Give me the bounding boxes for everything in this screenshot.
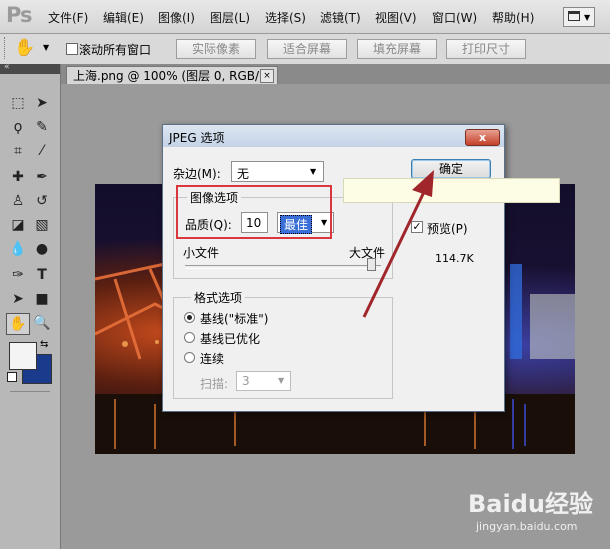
menu-edit[interactable]: 编辑(E): [103, 9, 144, 26]
rectangle-tool-icon[interactable]: ■: [31, 289, 53, 309]
chevron-down-icon: ▼: [584, 13, 591, 22]
clone-stamp-tool-icon[interactable]: ♙: [7, 191, 29, 211]
document-close-icon[interactable]: ×: [260, 69, 274, 83]
app-logo: Ps: [6, 3, 33, 27]
menu-image[interactable]: 图像(I): [158, 9, 195, 26]
scroll-all-windows-label: 滚动所有窗口: [79, 43, 152, 57]
menu-layer[interactable]: 图层(L): [210, 9, 250, 26]
chevron-down-icon: ▼: [278, 376, 285, 385]
fit-screen-button[interactable]: 适合屏幕: [267, 39, 347, 59]
preview-label: 预览(P): [427, 222, 468, 236]
workspace-switcher-button[interactable]: ▼: [563, 7, 595, 27]
marquee-tool-icon[interactable]: ⬚: [7, 93, 29, 113]
progressive-label: 连续: [200, 352, 225, 366]
scans-select[interactable]: 3 ▼: [236, 371, 291, 391]
matte-value: 无: [237, 167, 250, 181]
move-tool-icon[interactable]: ➤: [31, 93, 53, 113]
gradient-tool-icon[interactable]: ▧: [31, 215, 53, 235]
path-select-tool-icon[interactable]: ➤: [7, 289, 29, 309]
baseline-optimized-label: 基线已优化: [200, 332, 261, 346]
dialog-close-button[interactable]: x: [465, 129, 500, 146]
tools-panel: « ⬚ ➤ ϙ ✎ ⌗ ⁄ ✚ ✒ ♙ ↺ ◪ ▧ 💧 ● ✑ T ➤ ■ ✋ …: [0, 62, 61, 549]
tool-preset-chevron-icon[interactable]: ▼: [43, 43, 49, 52]
actual-pixels-button[interactable]: 实际像素: [176, 39, 256, 59]
fill-screen-button[interactable]: 填充屏幕: [357, 39, 437, 59]
foreground-color-swatch[interactable]: [9, 342, 37, 370]
print-size-button[interactable]: 打印尺寸: [446, 39, 526, 59]
hand-icon[interactable]: ✋: [14, 38, 35, 58]
matte-label: 杂边(M):: [173, 167, 221, 181]
annotation-highlight-box: [176, 185, 332, 239]
menu-view[interactable]: 视图(V): [375, 9, 417, 26]
tools-divider: [10, 391, 50, 392]
scroll-all-windows-checkbox[interactable]: [66, 43, 78, 55]
preview-checkbox[interactable]: ✓: [411, 221, 423, 233]
collapse-icon[interactable]: «: [4, 62, 10, 72]
watermark-url: jingyan.baidu.com: [476, 520, 578, 533]
zoom-tool-icon[interactable]: 🔍: [31, 313, 53, 333]
hand-tool-icon[interactable]: ✋: [6, 313, 30, 335]
baseline-optimized-radio[interactable]: [184, 332, 195, 343]
blur-tool-icon[interactable]: 💧: [7, 239, 29, 259]
dialog-title: JPEG 选项: [169, 131, 225, 145]
scans-value: 3: [242, 374, 250, 388]
default-colors-icon[interactable]: [7, 372, 17, 382]
eyedropper-tool-icon[interactable]: ⁄: [31, 141, 53, 161]
baseline-standard-label: 基线("标准"): [200, 312, 269, 326]
menu-help[interactable]: 帮助(H): [492, 9, 534, 26]
chevron-down-icon: ▼: [310, 167, 317, 176]
jpeg-options-dialog: JPEG 选项 x 杂边(M): 无 ▼ 图像选项 品质(Q): 10 最佳 ▼…: [162, 124, 505, 412]
pen-tool-icon[interactable]: ✑: [7, 265, 29, 285]
quality-slider-thumb[interactable]: [367, 258, 376, 271]
type-tool-icon[interactable]: T: [31, 265, 53, 285]
healing-brush-tool-icon[interactable]: ✚: [7, 167, 29, 187]
annotation-note-box: [343, 178, 560, 203]
scans-label: 扫描:: [200, 377, 229, 391]
document-tab[interactable]: 上海.png @ 100% (图层 0, RGB/8): [66, 66, 279, 85]
small-file-label: 小文件: [183, 246, 220, 260]
menu-window[interactable]: 窗口(W): [432, 9, 477, 26]
eraser-tool-icon[interactable]: ◪: [7, 215, 29, 235]
window-icon: [568, 11, 580, 21]
watermark-logo: Baidu经验: [468, 490, 593, 518]
lasso-tool-icon[interactable]: ϙ: [7, 117, 29, 137]
history-brush-tool-icon[interactable]: ↺: [31, 191, 53, 211]
crop-tool-icon[interactable]: ⌗: [7, 141, 29, 161]
ok-button[interactable]: 确定: [411, 159, 491, 179]
swap-colors-icon[interactable]: ⇆: [40, 339, 48, 350]
dodge-tool-icon[interactable]: ●: [31, 239, 53, 259]
format-options-legend: 格式选项: [191, 289, 246, 306]
menu-file[interactable]: 文件(F): [48, 9, 88, 26]
file-size: 114.7K: [435, 252, 474, 265]
matte-select[interactable]: 无 ▼: [231, 161, 324, 182]
dialog-titlebar[interactable]: JPEG 选项 x: [163, 125, 504, 147]
menu-bar: Ps 文件(F) 编辑(E) 图像(I) 图层(L) 选择(S) 滤镜(T) 视…: [0, 0, 610, 34]
quality-slider-track[interactable]: [185, 265, 381, 269]
baseline-standard-radio[interactable]: [184, 312, 195, 323]
quick-select-tool-icon[interactable]: ✎: [31, 117, 53, 137]
brush-tool-icon[interactable]: ✒: [31, 167, 53, 187]
options-bar: ✋ ▼ 滚动所有窗口 实际像素 适合屏幕 填充屏幕 打印尺寸: [0, 34, 610, 65]
options-grip[interactable]: [4, 37, 6, 59]
menu-filter[interactable]: 滤镜(T): [320, 9, 361, 26]
menu-select[interactable]: 选择(S): [265, 9, 306, 26]
progressive-radio[interactable]: [184, 352, 195, 363]
tools-panel-header[interactable]: «: [0, 62, 60, 74]
